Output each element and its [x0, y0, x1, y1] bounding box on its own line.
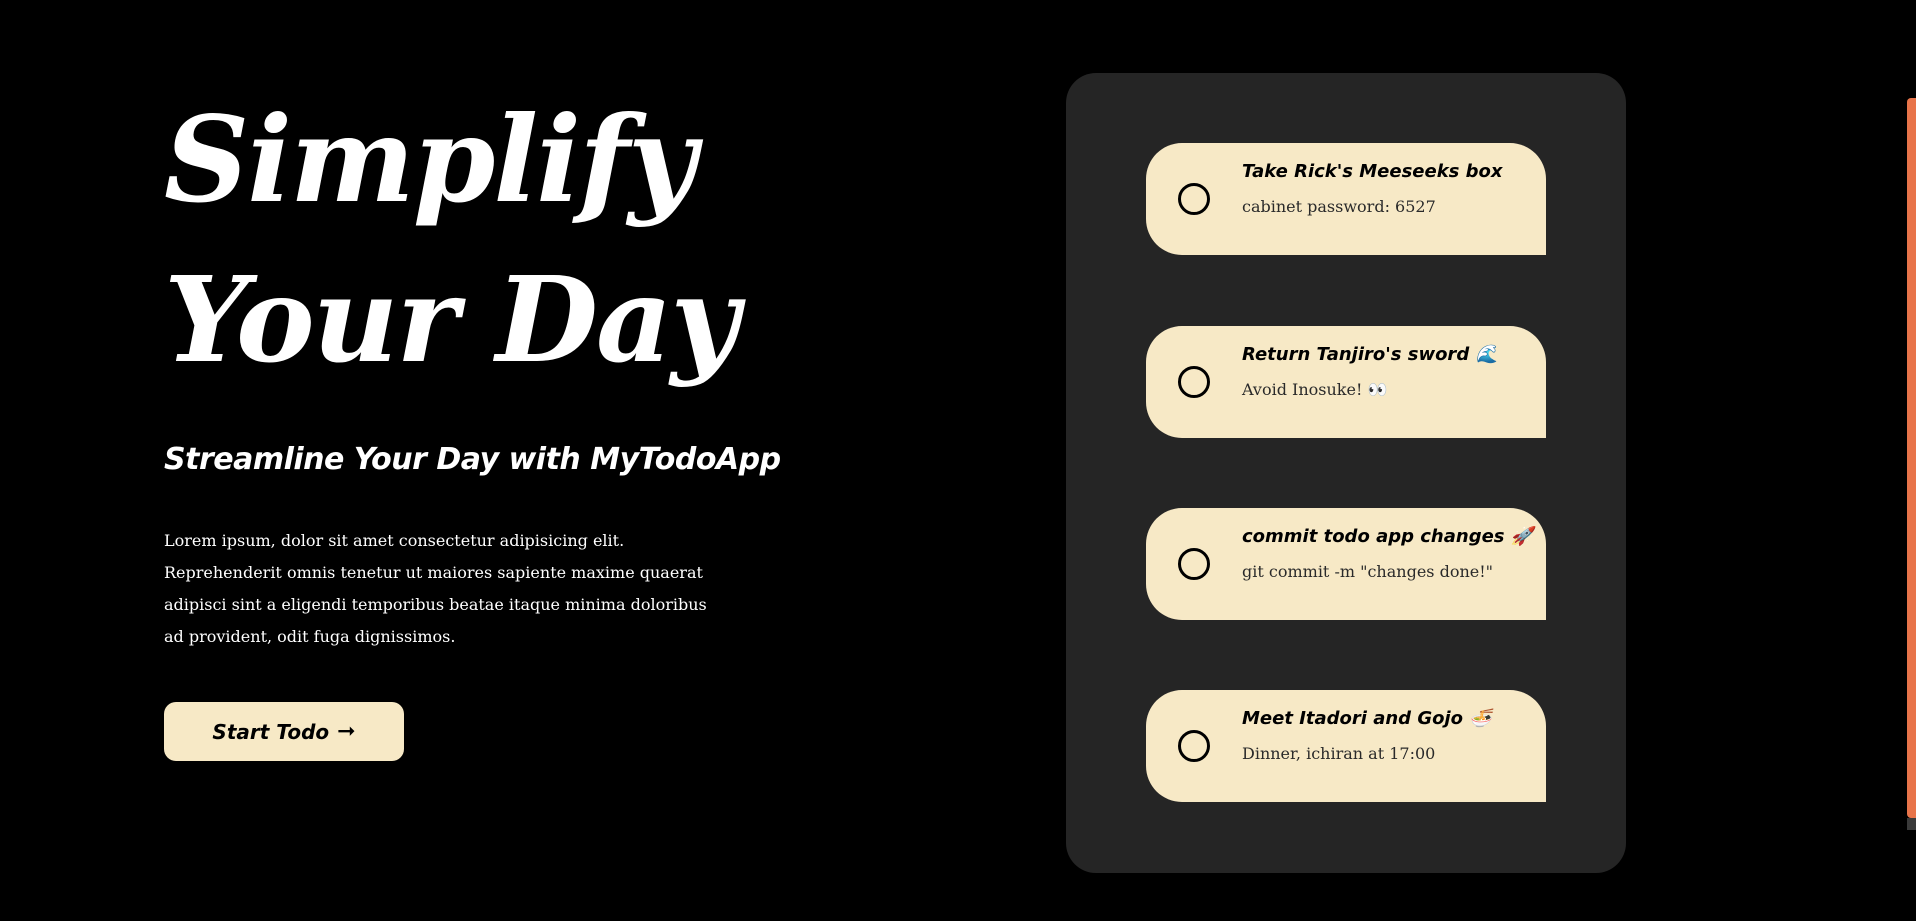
todo-description: git commit -m "changes done!" — [1242, 562, 1494, 581]
todo-title: Return Tanjiro's sword 🌊 — [1242, 344, 1498, 365]
scrollbar-thumb[interactable] — [1907, 98, 1916, 818]
hero-title: Simplify Your Day — [164, 90, 739, 389]
todo-description: Dinner, ichiran at 17:00 — [1242, 744, 1436, 763]
todo-item[interactable]: commit todo app changes 🚀 git commit -m … — [1146, 508, 1546, 620]
todo-checkbox[interactable] — [1178, 183, 1210, 215]
todo-panel: Take Rick's Meeseeks box cabinet passwor… — [1066, 73, 1626, 873]
todo-description: cabinet password: 6527 — [1242, 197, 1436, 216]
hero-subtitle: Streamline Your Day with MyTodoApp — [164, 442, 781, 477]
todo-checkbox[interactable] — [1178, 730, 1210, 762]
todo-title: Meet Itadori and Gojo 🍜 — [1242, 708, 1492, 729]
todo-checkbox[interactable] — [1178, 548, 1210, 580]
todo-item[interactable]: Meet Itadori and Gojo 🍜 Dinner, ichiran … — [1146, 690, 1546, 802]
start-todo-label: Start Todo — [212, 719, 330, 744]
start-todo-button[interactable]: Start Todo ➞ — [164, 702, 404, 761]
todo-title: Take Rick's Meeseeks box — [1242, 161, 1503, 182]
arrow-right-icon: ➞ — [337, 719, 356, 744]
todo-item[interactable]: Return Tanjiro's sword 🌊 Avoid Inosuke! … — [1146, 326, 1546, 438]
todo-title: commit todo app changes 🚀 — [1242, 526, 1534, 547]
scrollbar-end — [1907, 818, 1916, 830]
hero-description: Lorem ipsum, dolor sit amet consectetur … — [164, 531, 707, 646]
todo-checkbox[interactable] — [1178, 366, 1210, 398]
todo-item[interactable]: Take Rick's Meeseeks box cabinet passwor… — [1146, 143, 1546, 255]
todo-description: Avoid Inosuke! 👀 — [1242, 380, 1388, 399]
